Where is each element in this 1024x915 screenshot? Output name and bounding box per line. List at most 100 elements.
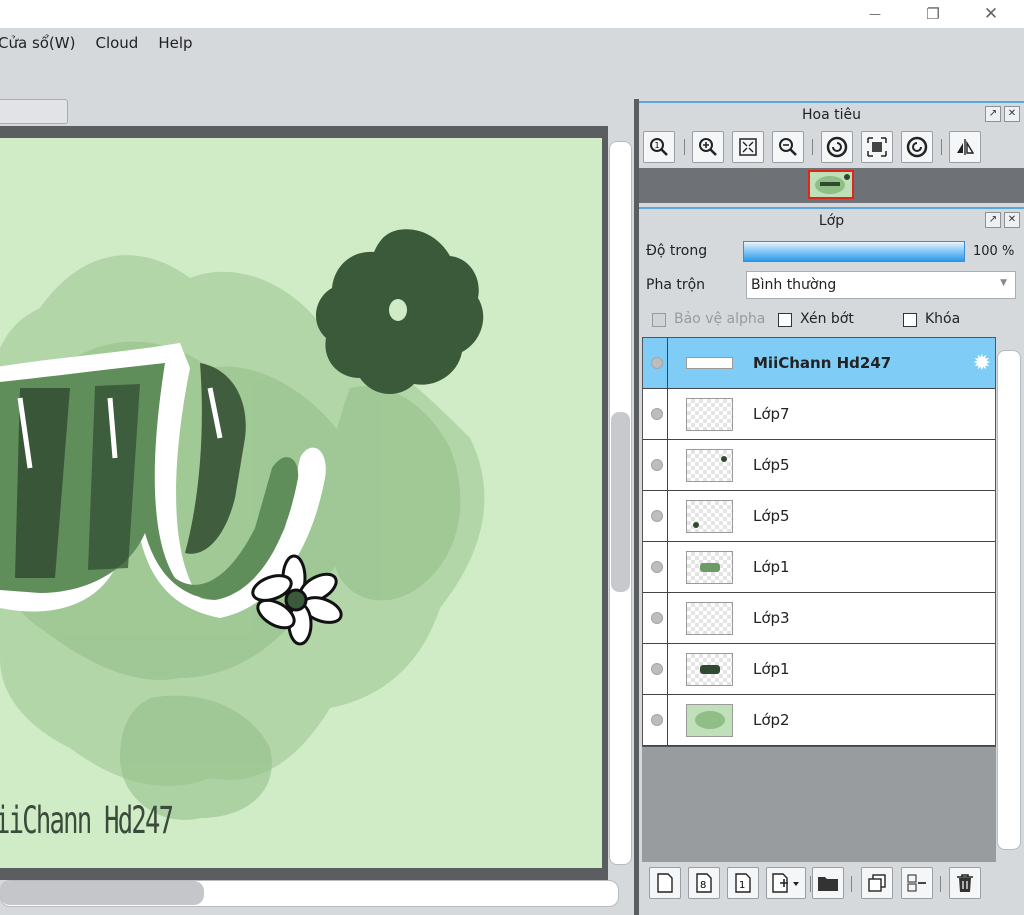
rotate-left-icon <box>826 136 848 158</box>
new-1bit-layer-button[interactable]: 1 <box>727 867 759 899</box>
copy-layer-icon <box>868 874 886 892</box>
navigator-close-button[interactable]: ✕ <box>1004 106 1020 122</box>
layer-name: Lớp7 <box>753 405 790 423</box>
opacity-value: 100 % <box>973 244 1015 259</box>
layer-detach-button[interactable]: ↗ <box>985 212 1001 228</box>
artwork: MiiChann Hd247 <box>0 229 485 842</box>
zoom-actual-button[interactable]: 1 <box>643 131 675 163</box>
layer-row[interactable]: Lớp1 <box>643 542 995 593</box>
svg-text:8: 8 <box>700 880 706 891</box>
layer-thumbnail <box>686 397 733 431</box>
navigator-header: Hoa tiêu ↗ ✕ <box>639 101 1024 127</box>
add-layer-menu-icon <box>772 873 799 893</box>
document-tab[interactable] <box>0 99 68 124</box>
layer-list-empty-area <box>642 747 996 862</box>
svg-text:1: 1 <box>655 141 660 150</box>
layer-thumbnail <box>686 499 733 533</box>
layer-name: Lớp1 <box>753 558 790 576</box>
flip-button[interactable] <box>949 131 981 163</box>
new-layer-button[interactable] <box>649 867 681 899</box>
visibility-toggle[interactable] <box>651 510 663 522</box>
new-8bit-layer-button[interactable]: 8 <box>688 867 720 899</box>
opacity-slider[interactable] <box>743 241 965 262</box>
svg-text:1: 1 <box>739 880 745 891</box>
copy-layer-button[interactable] <box>861 867 893 899</box>
merge-layer-icon <box>907 874 926 892</box>
visibility-toggle[interactable] <box>651 357 663 369</box>
merge-layer-button[interactable] <box>901 867 933 899</box>
gear-icon[interactable]: ✹ <box>973 351 991 376</box>
rotate-right-button[interactable] <box>901 131 933 163</box>
visibility-toggle[interactable] <box>651 612 663 624</box>
restore-button[interactable]: ❐ <box>910 0 956 28</box>
delete-layer-icon <box>957 874 973 892</box>
layer-panel-title: Lớp <box>818 213 845 229</box>
canvas-vertical-scroll-thumb[interactable] <box>611 412 630 592</box>
layer-row[interactable]: Lớp5 <box>643 491 995 542</box>
layer-thumbnail <box>686 703 733 737</box>
rotate-right-icon <box>906 136 928 158</box>
rotate-left-button[interactable] <box>821 131 853 163</box>
menu-window[interactable]: Cửa sổ(W) <box>0 34 85 52</box>
artwork-signature-text: MiiChann Hd247 <box>0 798 172 842</box>
new-layer-icon <box>657 873 673 893</box>
layer-close-button[interactable]: ✕ <box>1004 212 1020 228</box>
new-folder-button[interactable] <box>812 867 844 899</box>
fit-frame-icon <box>867 137 887 157</box>
fit-icon <box>739 138 757 156</box>
zoom-out-button[interactable] <box>772 131 804 163</box>
clipping-label: Xén bớt <box>800 311 854 327</box>
zoom-actual-icon: 1 <box>650 138 668 156</box>
layer-header: Lớp ↗ ✕ <box>639 207 1024 233</box>
menu-cloud[interactable]: Cloud <box>85 34 148 52</box>
new-1bit-layer-icon: 1 <box>735 873 751 893</box>
navigator-detach-button[interactable]: ↗ <box>985 106 1001 122</box>
layer-name: MiiChann Hd247 <box>753 354 892 372</box>
layer-thumbnail <box>686 601 733 635</box>
lock-label: Khóa <box>925 311 961 327</box>
visibility-toggle[interactable] <box>651 663 663 675</box>
layer-name: Lớp5 <box>753 507 790 525</box>
close-window-button[interactable]: ✕ <box>968 0 1014 28</box>
protect-alpha-label: Bảo vệ alpha <box>674 311 766 327</box>
blend-mode-select[interactable]: Bình thường ▼ <box>746 271 1016 299</box>
layer-row[interactable]: Lớp5 <box>643 440 995 491</box>
lock-checkbox[interactable] <box>903 313 917 327</box>
navigator-title: Hoa tiêu <box>802 107 861 123</box>
layer-list: MiiChann Hd247 ✹ Lớp7 Lớp5 Lớp5 Lớp1 Lớp… <box>642 337 996 747</box>
fit-frame-button[interactable] <box>861 131 893 163</box>
layer-list-scrollbar[interactable] <box>997 350 1021 850</box>
visibility-toggle[interactable] <box>651 459 663 471</box>
visibility-toggle[interactable] <box>651 408 663 420</box>
layer-row[interactable]: Lớp1 <box>643 644 995 695</box>
zoom-in-icon <box>699 138 717 156</box>
menu-help[interactable]: Help <box>148 34 202 52</box>
close-icon: ✕ <box>983 4 999 24</box>
layer-name: Lớp1 <box>753 660 790 678</box>
dark-flower-shape <box>315 229 484 395</box>
folder-icon <box>818 877 838 891</box>
visibility-toggle[interactable] <box>651 561 663 573</box>
minimize-button[interactable]: — <box>852 0 898 28</box>
new-8bit-layer-icon: 8 <box>696 873 712 893</box>
layer-row[interactable]: Lớp2 <box>643 695 995 746</box>
protect-alpha-checkbox[interactable] <box>652 313 666 327</box>
canvas-horizontal-scroll-thumb[interactable] <box>0 881 204 905</box>
fit-screen-button[interactable] <box>732 131 764 163</box>
layer-row[interactable]: Lớp7 <box>643 389 995 440</box>
add-layer-menu-button[interactable] <box>766 867 806 899</box>
clipping-checkbox[interactable] <box>778 313 792 327</box>
navigator-thumbnail-art <box>815 174 850 194</box>
blend-label: Pha trộn <box>646 277 706 293</box>
zoom-out-icon <box>779 138 797 156</box>
visibility-toggle[interactable] <box>651 714 663 726</box>
delete-layer-button[interactable] <box>949 867 981 899</box>
layer-row[interactable]: MiiChann Hd247 ✹ <box>643 338 995 389</box>
layer-thumbnail <box>686 652 733 686</box>
layer-row[interactable]: Lớp3 <box>643 593 995 644</box>
layer-name: Lớp3 <box>753 609 790 627</box>
zoom-in-button[interactable] <box>692 131 724 163</box>
canvas[interactable]: MiiChann Hd247 <box>0 138 602 868</box>
navigator-thumbnail[interactable] <box>808 170 854 199</box>
layer-thumbnail <box>686 357 733 369</box>
